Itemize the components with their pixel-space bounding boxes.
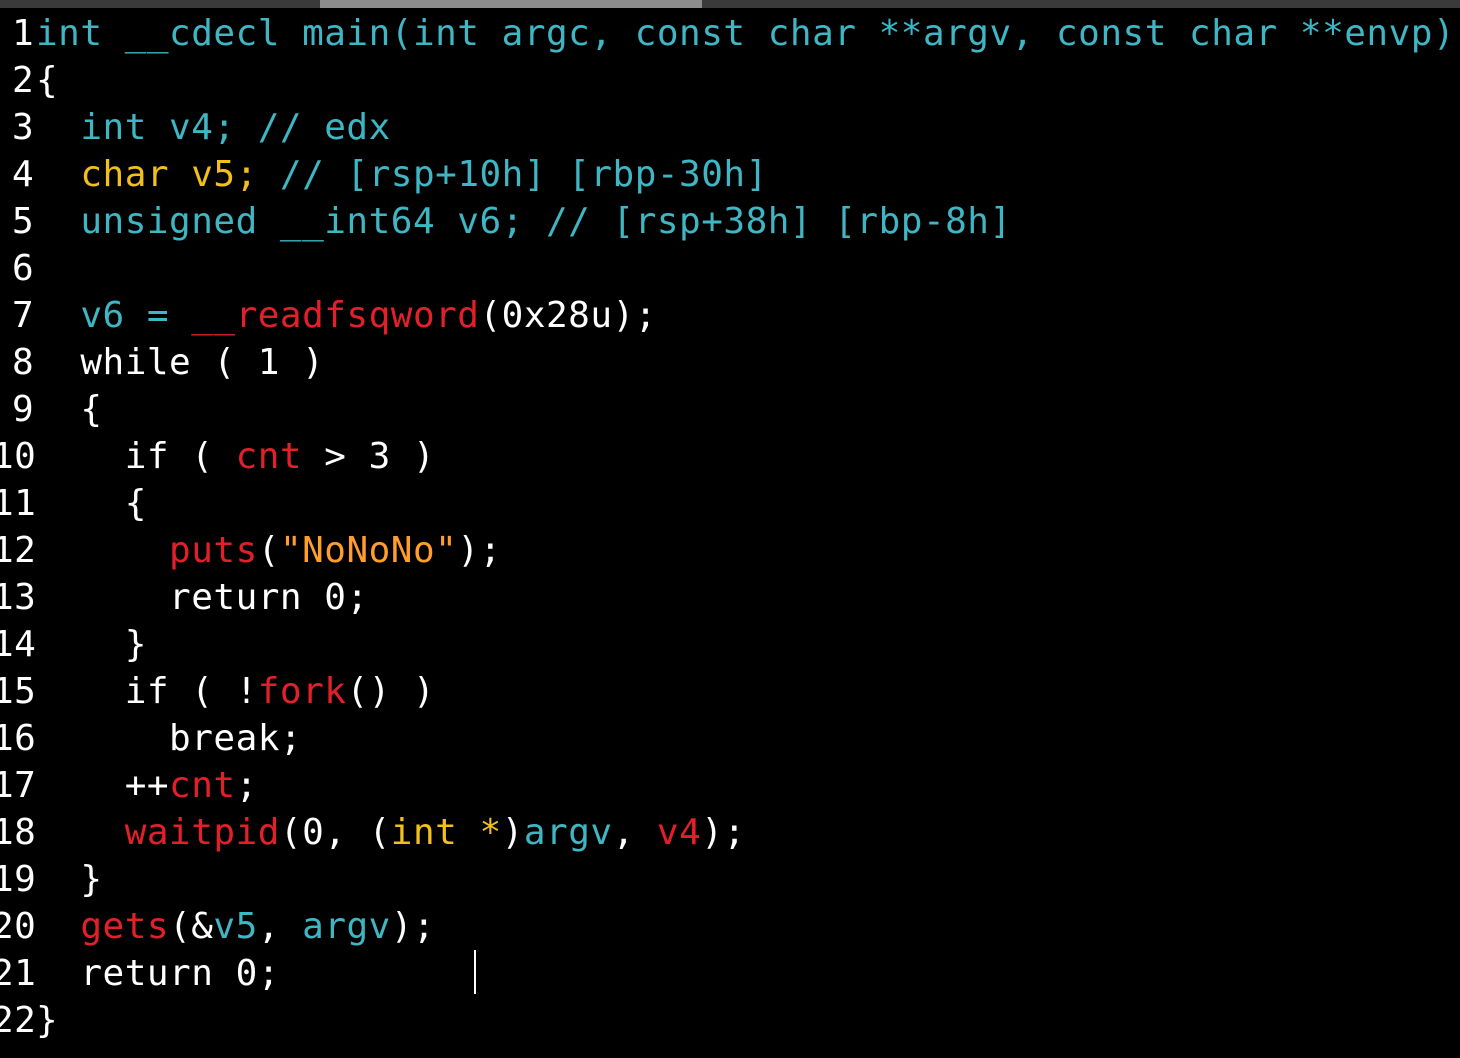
text-caret [474, 950, 476, 994]
code-token: ); [701, 812, 746, 853]
code-text: v6 = __readfsqword(0x28u); [36, 292, 657, 339]
line-number: 16 [0, 718, 37, 759]
line-number: 1 [12, 13, 35, 54]
code-token: } [36, 624, 147, 665]
code-token: , [257, 906, 303, 947]
line-number: 18 [0, 812, 37, 853]
code-text: return 0; [36, 950, 280, 997]
code-token: __readfsqword [191, 295, 480, 336]
code-text: int v4; // edx [36, 104, 391, 151]
code-token: ); [390, 906, 436, 947]
line-number: 6 [12, 248, 35, 289]
code-token: if ( ! [36, 671, 258, 712]
pseudocode-view[interactable]: 1 int __cdecl main(int argc, const char *… [0, 10, 1460, 1058]
code-text: break; [36, 715, 302, 762]
code-text: return 0; [36, 574, 369, 621]
line-number: 4 [12, 154, 35, 195]
code-text: puts("NoNoNo"); [36, 527, 502, 574]
code-text: gets(&v5, argv); [36, 903, 435, 950]
code-token: break; [36, 718, 303, 759]
code-text: waitpid(0, (int *)argv, v4); [36, 809, 746, 856]
code-token: , [612, 812, 657, 853]
code-token: cnt [235, 436, 303, 477]
line-number: 7 [12, 295, 35, 336]
line-number: 15 [0, 671, 37, 712]
code-text: } [36, 997, 58, 1044]
code-token: (& [169, 906, 214, 947]
code-token: return 0; [36, 953, 280, 994]
line-number: 13 [0, 577, 37, 618]
code-token: cnt [169, 765, 236, 806]
code-token: { [36, 483, 147, 524]
line-number: 17 [0, 765, 37, 806]
code-text: char v5; // [rsp+10h] [rbp-30h] [36, 151, 768, 198]
line-number: 5 [12, 201, 35, 242]
code-text: unsigned __int64 v6; // [rsp+38h] [rbp-8… [36, 198, 1012, 245]
line-number: 20 [0, 906, 37, 947]
code-text: if ( !fork() ) [36, 668, 435, 715]
line-number: 3 [12, 107, 35, 148]
code-token: return 0; [36, 577, 369, 618]
code-token: v4 [656, 812, 702, 853]
line-number: 14 [0, 624, 37, 665]
code-text: while ( 1 ) [36, 339, 324, 386]
code-token: ( [257, 530, 280, 571]
code-token: ); [457, 530, 502, 571]
line-number: 10 [0, 436, 37, 477]
code-token: } [36, 1000, 59, 1041]
line-number: 22 [0, 1000, 37, 1041]
code-token: puts [169, 530, 258, 571]
code-text: } [36, 856, 103, 903]
line-number: 21 [0, 953, 37, 994]
code-token: v6 = [36, 295, 192, 336]
horizontal-scrollbar[interactable] [0, 0, 1460, 8]
code-token: unsigned __int64 v6; // [rsp+38h] [rbp-8… [36, 201, 1012, 242]
scrollbar-thumb[interactable] [320, 0, 702, 8]
line-number: 19 [0, 859, 37, 900]
code-token: ++ [36, 765, 170, 806]
code-token: { [36, 389, 103, 430]
code-token: v5 [213, 906, 258, 947]
code-token: } [36, 859, 103, 900]
code-token: // [rsp+10h] [rbp-30h] [279, 154, 768, 195]
code-text: ++cnt; [36, 762, 258, 809]
code-text: { [36, 386, 103, 433]
code-token: argv [302, 906, 391, 947]
code-text: } [36, 621, 147, 668]
code-token: (0x28u); [479, 295, 657, 336]
code-token: () ) [346, 671, 436, 712]
code-text: { [36, 57, 58, 104]
line-number: 12 [0, 530, 37, 571]
code-token: argv [523, 812, 613, 853]
line-number: 11 [0, 483, 37, 524]
line-number: 8 [12, 342, 35, 383]
code-text: { [36, 480, 147, 527]
code-text: if ( cnt > 3 ) [36, 433, 435, 480]
code-token: ) [501, 812, 524, 853]
line-number: 9 [12, 389, 35, 430]
code-token: int v4; // edx [36, 107, 391, 148]
code-token: "NoNoNo" [279, 530, 458, 571]
code-token: while ( 1 ) [36, 342, 325, 383]
code-token: waitpid [124, 812, 280, 853]
code-token: fork [257, 671, 347, 712]
code-token: gets [80, 906, 170, 947]
code-token: > 3 ) [302, 436, 436, 477]
code-token: char v5; [36, 154, 280, 195]
line-number: 2 [12, 60, 35, 101]
code-token: int * [390, 812, 502, 853]
code-text: int __cdecl main(int argc, const char **… [36, 10, 1455, 57]
code-token: ; [235, 765, 258, 806]
code-token: { [36, 60, 59, 101]
code-token: int __cdecl main(int argc, const char **… [36, 13, 1456, 54]
code-token: if ( [36, 436, 236, 477]
code-token: (0, ( [279, 812, 391, 853]
